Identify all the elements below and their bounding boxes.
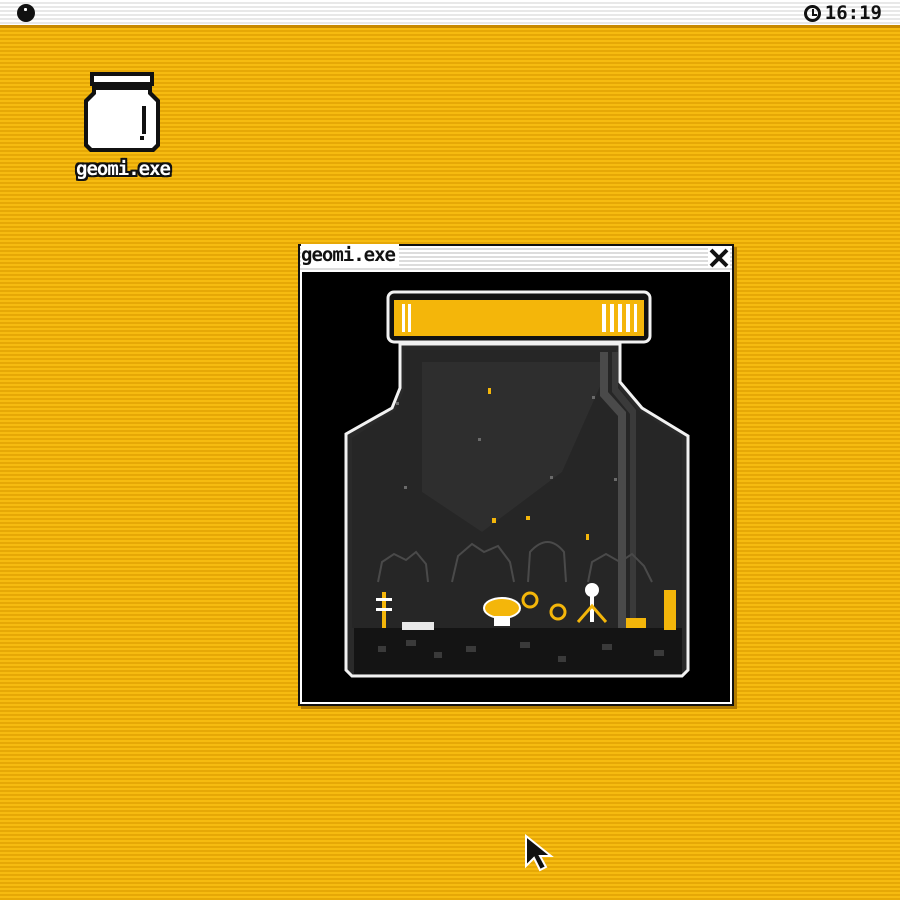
clock-icon (803, 4, 821, 22)
window-title: geomi.exe (301, 244, 399, 266)
clock-time: 16:19 (824, 2, 882, 24)
arrow-cursor-icon (525, 833, 554, 872)
terrarium-jar-scene (344, 290, 690, 678)
terrarium-viewport[interactable] (302, 272, 730, 702)
jar-icon (84, 72, 160, 152)
clock[interactable]: 16:19 (803, 2, 882, 24)
mushroom (483, 597, 521, 619)
menu-bar: 16:19 (0, 0, 900, 28)
soil (354, 628, 682, 674)
desktop-icon-label: geomi.exe (76, 158, 171, 180)
close-button[interactable] (708, 248, 730, 268)
desktop-icon-geomi[interactable]: geomi.exe (58, 70, 188, 188)
apple-dot-icon[interactable] (17, 4, 35, 22)
window-titlebar[interactable]: geomi.exe (300, 244, 732, 270)
close-icon (708, 248, 730, 268)
spider-creature (585, 583, 599, 597)
mouse-cursor (524, 833, 554, 876)
app-window: geomi.exe (298, 244, 734, 706)
